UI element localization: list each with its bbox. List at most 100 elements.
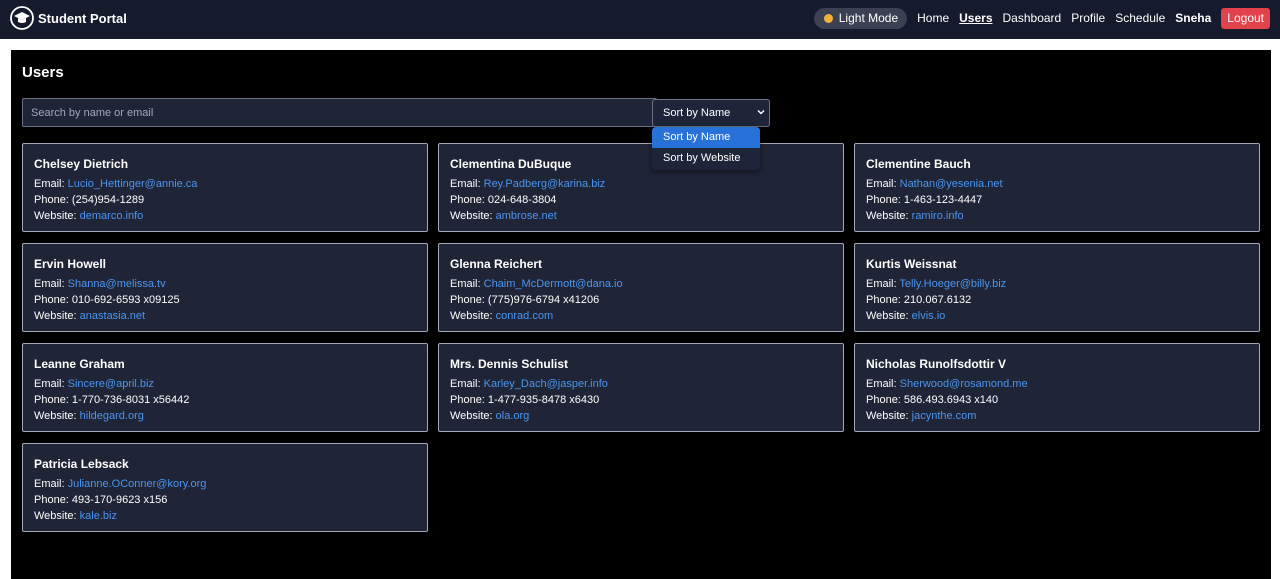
user-email-line: Email: Julianne.OConner@kory.org xyxy=(34,476,416,492)
user-email-link[interactable]: Nathan@yesenia.net xyxy=(900,178,1003,190)
website-label: Website: xyxy=(34,210,80,222)
website-label: Website: xyxy=(866,410,912,422)
user-name: Glenna Reichert xyxy=(450,257,543,271)
user-email-link[interactable]: Karley_Dach@jasper.info xyxy=(484,378,608,390)
brand[interactable]: Student Portal xyxy=(10,6,127,30)
website-label: Website: xyxy=(450,410,496,422)
phone-label: Phone: xyxy=(34,194,72,206)
user-phone: 010-692-6593 x09125 xyxy=(71,294,180,306)
phone-label: Phone: xyxy=(450,394,488,406)
user-website-link[interactable]: conrad.com xyxy=(496,310,553,322)
user-email-line: Email: Shanna@melissa.tv xyxy=(34,276,416,292)
user-name: Mrs. Dennis Schulist xyxy=(450,357,569,371)
user-email-link[interactable]: Julianne.OConner@kory.org xyxy=(68,478,207,490)
user-name: Nicholas Runolfsdottir V xyxy=(866,357,1007,371)
nav-link-schedule[interactable]: Schedule xyxy=(1115,11,1165,25)
website-label: Website: xyxy=(866,310,912,322)
user-name: Chelsey Dietrich xyxy=(34,157,129,171)
user-card: Kurtis Weissnat Email: Telly.Hoeger@bill… xyxy=(854,243,1260,332)
user-phone-line: Phone: 210.067.6132 xyxy=(866,292,1248,308)
website-label: Website: xyxy=(450,210,496,222)
user-website-link[interactable]: kale.biz xyxy=(80,510,117,522)
sort-option-website[interactable]: Sort by Website xyxy=(652,148,760,169)
user-card: Clementine Bauch Email: Nathan@yesenia.n… xyxy=(854,143,1260,232)
user-name: Kurtis Weissnat xyxy=(866,257,957,271)
user-email-line: Email: Lucio_Hettinger@annie.ca xyxy=(34,176,416,192)
user-email-link[interactable]: Telly.Hoeger@billy.biz xyxy=(899,278,1006,290)
user-phone: 493-170-9623 x156 xyxy=(71,494,168,506)
user-website-link[interactable]: elvis.io xyxy=(912,310,946,322)
phone-label: Phone: xyxy=(34,294,72,306)
user-card: Nicholas Runolfsdottir V Email: Sherwood… xyxy=(854,343,1260,432)
user-website-link[interactable]: ambrose.net xyxy=(496,210,557,222)
user-phone-line: Phone: (775)976-6794 x41206 xyxy=(450,292,832,308)
user-email-line: Email: Nathan@yesenia.net xyxy=(866,176,1248,192)
user-phone-line: Phone: 1-477-935-8478 x6430 xyxy=(450,392,832,408)
user-website-link[interactable]: demarco.info xyxy=(80,210,144,222)
user-phone-line: Phone: 586.493.6943 x140 xyxy=(866,392,1248,408)
user-website-line: Website: conrad.com xyxy=(450,308,832,324)
user-name: Patricia Lebsack xyxy=(34,457,129,471)
email-label: Email: xyxy=(34,378,68,390)
user-email-link[interactable]: Rey.Padberg@karina.biz xyxy=(484,178,606,190)
user-website-link[interactable]: hildegard.org xyxy=(80,410,144,422)
user-email-link[interactable]: Shanna@melissa.tv xyxy=(68,278,166,290)
user-card: Mrs. Dennis Schulist Email: Karley_Dach@… xyxy=(438,343,844,432)
sort-select[interactable]: Sort by Name xyxy=(652,99,770,127)
user-website-line: Website: demarco.info xyxy=(34,208,416,224)
phone-label: Phone: xyxy=(866,394,904,406)
sort-select-value: Sort by Name xyxy=(663,107,731,119)
user-phone-line: Phone: 024-648-3804 xyxy=(450,192,832,208)
user-name: Ervin Howell xyxy=(34,257,107,271)
website-label: Website: xyxy=(450,310,496,322)
navbar: Student Portal Light Mode Home Users Das… xyxy=(0,0,1280,39)
email-label: Email: xyxy=(34,278,68,290)
user-website-line: Website: ramiro.info xyxy=(866,208,1248,224)
user-website-link[interactable]: ola.org xyxy=(496,410,530,422)
user-email-link[interactable]: Chaim_McDermott@dana.io xyxy=(484,278,623,290)
user-phone-line: Phone: 1-463-123-4447 xyxy=(866,192,1248,208)
nav-link-home[interactable]: Home xyxy=(917,11,949,25)
user-phone: (254)954-1289 xyxy=(71,194,145,206)
email-label: Email: xyxy=(450,278,484,290)
sun-icon xyxy=(823,13,833,23)
nav-link-users[interactable]: Users xyxy=(959,11,992,25)
user-name: Clementina DuBuque xyxy=(450,157,572,171)
sort-option-name[interactable]: Sort by Name xyxy=(652,127,760,148)
nav-link-profile[interactable]: Profile xyxy=(1071,11,1105,25)
user-website-line: Website: elvis.io xyxy=(866,308,1248,324)
logout-button[interactable]: Logout xyxy=(1221,7,1270,29)
phone-label: Phone: xyxy=(866,194,904,206)
user-phone: (775)976-6794 x41206 xyxy=(487,294,600,306)
phone-label: Phone: xyxy=(866,294,904,306)
user-name: Clementine Bauch xyxy=(866,157,971,171)
phone-label: Phone: xyxy=(34,394,72,406)
user-email-line: Email: Sincere@april.biz xyxy=(34,376,416,392)
website-label: Website: xyxy=(34,310,80,322)
user-email-line: Email: Sherwood@rosamond.me xyxy=(866,376,1248,392)
user-email-link[interactable]: Lucio_Hettinger@annie.ca xyxy=(68,178,198,190)
user-phone-line: Phone: 1-770-736-8031 x56442 xyxy=(34,392,416,408)
nav-link-dashboard[interactable]: Dashboard xyxy=(1003,11,1062,25)
email-label: Email: xyxy=(866,178,900,190)
user-website-link[interactable]: anastasia.net xyxy=(80,310,145,322)
user-website-link[interactable]: ramiro.info xyxy=(912,210,964,222)
user-email-line: Email: Rey.Padberg@karina.biz xyxy=(450,176,832,192)
user-website-line: Website: anastasia.net xyxy=(34,308,416,324)
user-phone-line: Phone: 010-692-6593 x09125 xyxy=(34,292,416,308)
user-website-link[interactable]: jacynthe.com xyxy=(912,410,977,422)
website-label: Website: xyxy=(866,210,912,222)
light-mode-toggle[interactable]: Light Mode xyxy=(813,7,908,29)
email-label: Email: xyxy=(450,378,484,390)
email-label: Email: xyxy=(450,178,484,190)
user-phone: 1-477-935-8478 x6430 xyxy=(487,394,600,406)
user-cards-grid: Chelsey Dietrich Email: Lucio_Hettinger@… xyxy=(22,143,1260,532)
search-input[interactable] xyxy=(22,98,657,127)
sort-dropdown: Sort by Name Sort by Website xyxy=(652,127,760,170)
user-email-link[interactable]: Sherwood@rosamond.me xyxy=(900,378,1028,390)
user-email-line: Email: Karley_Dach@jasper.info xyxy=(450,376,832,392)
user-card: Leanne Graham Email: Sincere@april.biz P… xyxy=(22,343,428,432)
user-phone: 024-648-3804 xyxy=(487,194,557,206)
user-email-line: Email: Chaim_McDermott@dana.io xyxy=(450,276,832,292)
user-email-link[interactable]: Sincere@april.biz xyxy=(68,378,154,390)
